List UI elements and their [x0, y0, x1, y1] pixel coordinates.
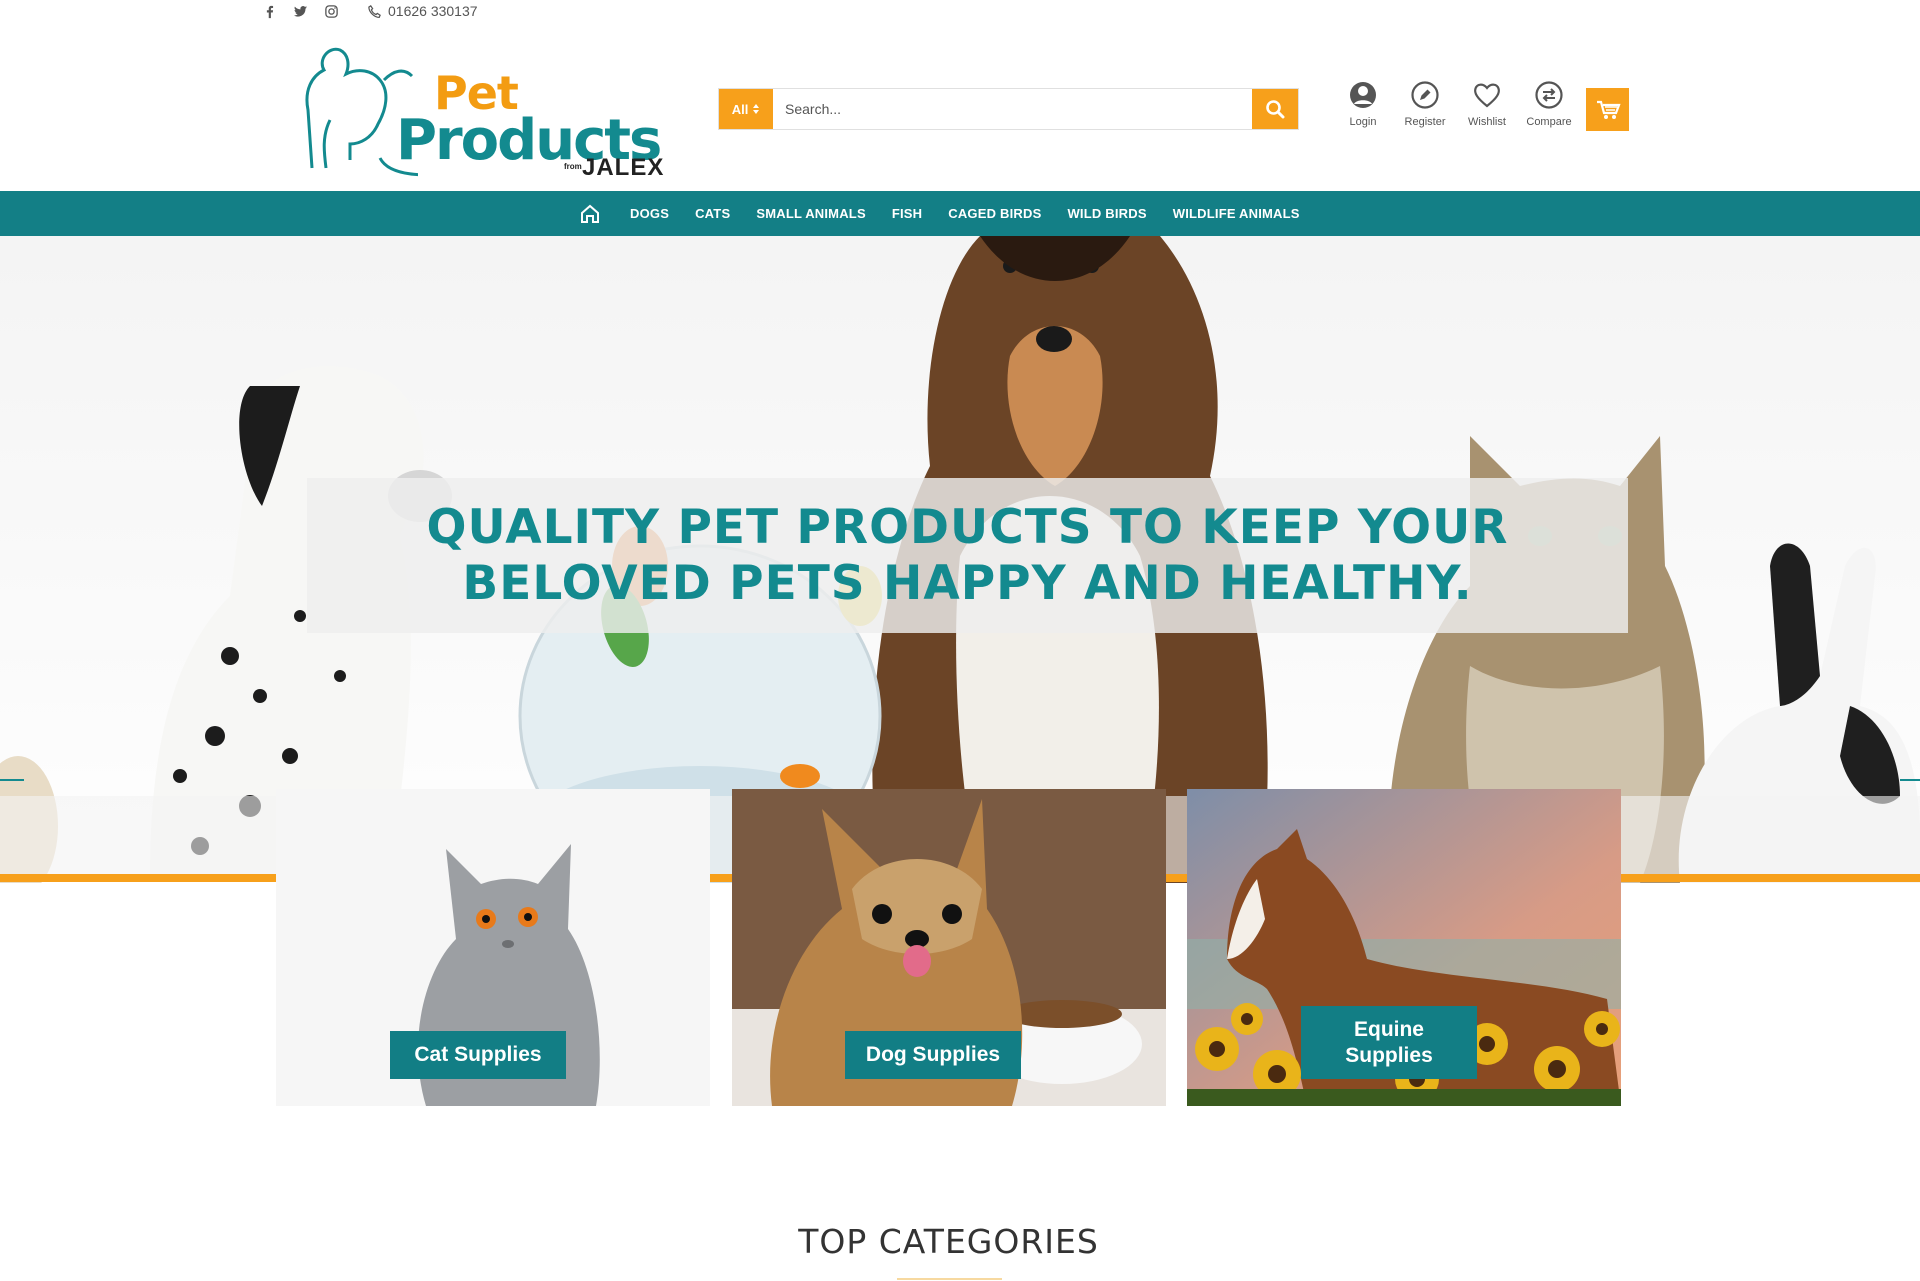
nav-item-small-animals[interactable]: SMALL ANIMALS: [756, 206, 865, 221]
nav-item-dogs[interactable]: DOGS: [630, 206, 669, 221]
hero-headline-line-1: QUALITY PET PRODUCTS TO KEEP YOUR: [426, 499, 1509, 555]
search-icon: [1266, 100, 1285, 119]
top-categories-heading: TOP CATEGORIES: [798, 1222, 1099, 1261]
wishlist-link[interactable]: Wishlist: [1466, 80, 1508, 128]
search-button[interactable]: [1252, 89, 1298, 129]
search-category-select[interactable]: All: [719, 89, 773, 129]
site-logo[interactable]: Pet Products from JALEX: [298, 40, 674, 190]
user-icon: [1350, 82, 1376, 108]
nav-home[interactable]: [576, 200, 604, 228]
register-link[interactable]: Register: [1404, 80, 1446, 128]
dog-supplies-label[interactable]: Dog Supplies: [845, 1031, 1021, 1079]
cat-supplies-card[interactable]: Cat Supplies: [276, 789, 710, 1106]
logo-text-from: from: [564, 162, 582, 171]
site-header: Pet Products from JALEX All Login Regist…: [0, 26, 1920, 191]
top-bar: 01626 330137: [0, 0, 1920, 26]
nav-item-cats[interactable]: CATS: [695, 206, 730, 221]
register-label: Register: [1404, 116, 1446, 128]
compare-label: Compare: [1526, 116, 1572, 128]
cart-icon: [1596, 100, 1621, 119]
home-icon: [581, 204, 599, 223]
heart-icon: [1474, 83, 1500, 108]
cat-supplies-label[interactable]: Cat Supplies: [390, 1031, 566, 1079]
main-navigation: DOGS CATS SMALL ANIMALS FISH CAGED BIRDS…: [0, 191, 1920, 236]
dog-supplies-card[interactable]: Dog Supplies: [732, 789, 1166, 1106]
nav-item-wildlife-animals[interactable]: WILDLIFE ANIMALS: [1173, 206, 1300, 221]
search-bar: All: [718, 88, 1299, 130]
equine-supplies-label[interactable]: Equine Supplies: [1301, 1006, 1477, 1079]
slider-prev-arrow[interactable]: [0, 779, 24, 781]
instagram-icon[interactable]: [324, 4, 339, 19]
equine-supplies-card[interactable]: Equine Supplies: [1187, 789, 1621, 1106]
cart-button[interactable]: [1586, 88, 1629, 131]
heading-underline: [897, 1278, 1002, 1280]
slider-next-arrow[interactable]: [1900, 779, 1920, 781]
sort-arrows-icon: [753, 104, 760, 114]
hero-headline-line-2: BELOVED PETS HAPPY AND HEALTHY.: [462, 555, 1473, 611]
facebook-icon[interactable]: [262, 4, 277, 19]
nav-item-fish[interactable]: FISH: [892, 206, 922, 221]
search-category-value: All: [731, 101, 749, 117]
phone-number: 01626 330137: [388, 3, 478, 19]
compare-link[interactable]: Compare: [1526, 80, 1572, 128]
login-link[interactable]: Login: [1342, 80, 1384, 128]
account-links: Login Register Wishlist Compare: [1342, 80, 1572, 128]
hero-headline-box: QUALITY PET PRODUCTS TO KEEP YOUR BELOVE…: [307, 478, 1628, 633]
twitter-icon[interactable]: [293, 4, 308, 19]
social-links: 01626 330137: [262, 3, 478, 19]
logo-text-brand: JALEX: [582, 154, 665, 181]
hero-banner: QUALITY PET PRODUCTS TO KEEP YOUR BELOVE…: [0, 236, 1920, 883]
phone-link[interactable]: 01626 330137: [367, 3, 478, 19]
compare-icon: [1535, 81, 1563, 109]
search-input[interactable]: [773, 89, 1252, 129]
phone-icon: [368, 4, 381, 18]
pencil-icon: [1411, 81, 1439, 109]
nav-item-wild-birds[interactable]: WILD BIRDS: [1067, 206, 1146, 221]
wishlist-label: Wishlist: [1468, 116, 1506, 128]
nav-item-caged-birds[interactable]: CAGED BIRDS: [948, 206, 1041, 221]
login-label: Login: [1349, 116, 1377, 128]
